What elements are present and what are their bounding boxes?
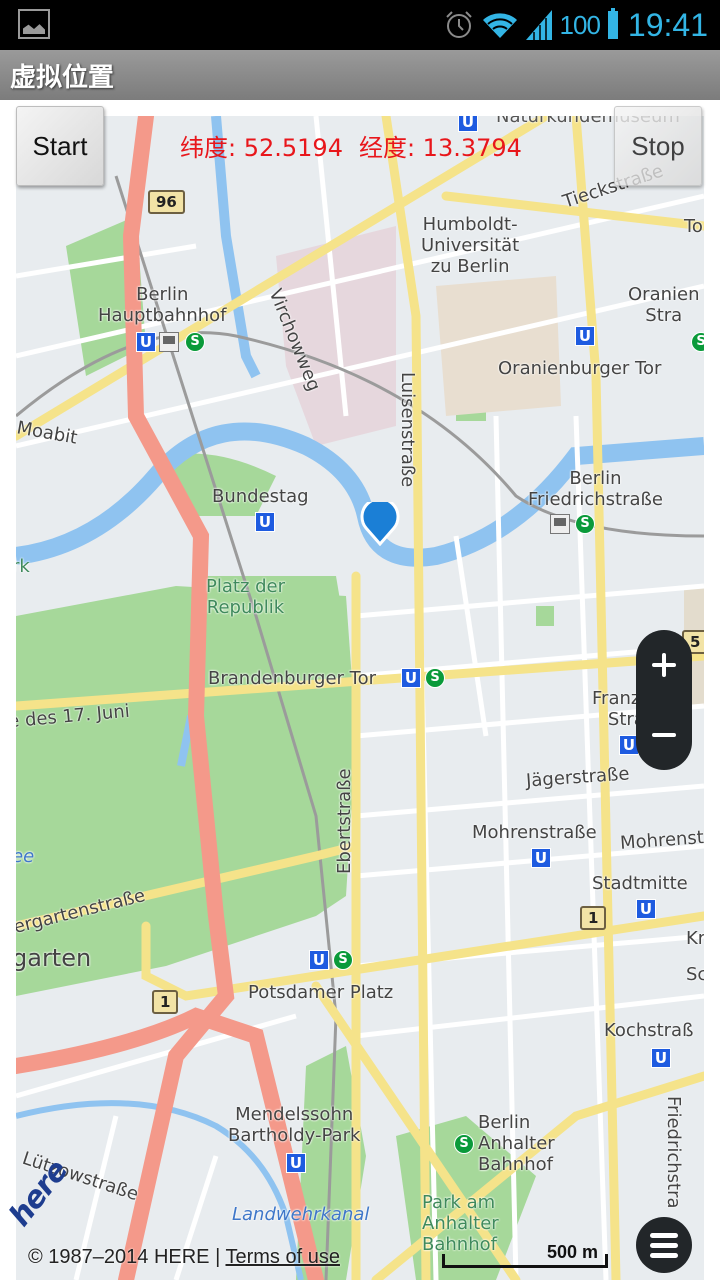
map-label: Luisenstraße <box>397 372 418 488</box>
map-label: Stadtmitte <box>592 873 688 894</box>
map-label: Bundestag <box>212 486 309 507</box>
road-shield: 96 <box>148 190 185 214</box>
u-bahn-icon: U <box>255 512 275 532</box>
map-label: Berlin Hauptbahnhof <box>98 284 227 326</box>
map-view[interactable]: Naturkundemuseum Tieckstraße To Humboldt… <box>16 116 704 1280</box>
u-bahn-icon: U <box>136 332 156 352</box>
map-label: Humboldt- Universität zu Berlin <box>421 214 520 277</box>
s-bahn-icon: S <box>691 332 704 352</box>
map-menu-button[interactable] <box>636 1217 692 1273</box>
map-label: Sc <box>686 964 704 985</box>
train-station-icon <box>550 514 570 534</box>
zoom-out-button[interactable] <box>636 700 692 770</box>
copyright-text: © 1987–2014 HERE | <box>28 1246 226 1268</box>
map-label: ee <box>16 846 35 867</box>
s-bahn-icon: S <box>333 950 353 970</box>
map-label: Kochstraß <box>604 1020 694 1041</box>
u-bahn-icon: U <box>401 668 421 688</box>
battery-level: 100 <box>559 9 601 40</box>
alarm-icon <box>445 11 472 38</box>
status-bar: 100 19:41 <box>0 0 720 50</box>
status-icons: 100 19:41 <box>444 0 708 50</box>
map-label: Brandenburger Tor <box>208 668 376 689</box>
terms-of-use-link[interactable]: Terms of use <box>225 1246 339 1268</box>
map-label: Oranienburger Tor <box>498 358 662 379</box>
map-label: Ebertstraße <box>334 768 355 874</box>
map-label: rk <box>16 556 30 577</box>
u-bahn-icon: U <box>286 1153 306 1173</box>
zoom-in-button[interactable] <box>636 630 692 700</box>
signal-icon <box>525 10 552 40</box>
map-label: Berlin Anhalter Bahnhof <box>478 1112 555 1175</box>
minus-icon <box>652 733 676 737</box>
clock: 19:41 <box>627 6 708 43</box>
menu-icon <box>650 1243 678 1248</box>
road-shield: 1 <box>580 906 607 930</box>
map-label: Kr <box>686 928 704 949</box>
zoom-controls <box>636 630 692 770</box>
map-label: Mendelssohn Bartholdy-Park <box>228 1104 361 1146</box>
map-label: To <box>684 216 703 237</box>
s-bahn-icon: S <box>185 332 205 352</box>
map-label: Berlin Friedrichstraße <box>528 468 663 510</box>
map-label: Mohrenstraße <box>472 822 597 843</box>
location-pin-icon[interactable] <box>358 502 402 546</box>
app-title: 虚拟位置 <box>10 63 115 93</box>
map-label: Oranien Stra <box>628 284 700 326</box>
stop-button[interactable]: Stop <box>614 106 702 186</box>
u-bahn-icon: U <box>636 899 656 919</box>
map-label: Platz der Republik <box>206 576 286 618</box>
start-button[interactable]: Start <box>16 106 104 186</box>
s-bahn-icon: S <box>454 1134 474 1154</box>
map-label: Friedrichstra <box>663 1096 684 1209</box>
u-bahn-icon: U <box>651 1048 671 1068</box>
scale-line <box>442 1254 608 1268</box>
picture-icon <box>18 9 50 39</box>
plus-icon <box>652 653 676 677</box>
menu-icon <box>650 1253 678 1258</box>
s-bahn-icon: S <box>575 514 595 534</box>
map-scale-bar: 500 m <box>442 1242 608 1268</box>
app-title-bar: 虚拟位置 <box>0 50 720 100</box>
battery-icon <box>607 8 618 39</box>
u-bahn-icon: U <box>309 950 329 970</box>
map-attribution: © 1987–2014 HERE | Terms of use <box>28 1246 340 1269</box>
latitude-text: 纬度: 52.5194 <box>180 134 343 162</box>
menu-icon <box>650 1233 678 1238</box>
longitude-text: 经度: 13.3794 <box>358 134 522 162</box>
wifi-icon <box>482 13 517 38</box>
park-area <box>536 606 554 626</box>
map-label: Potsdamer Platz <box>248 982 394 1003</box>
map-label: garten <box>16 944 92 972</box>
map-label: Landwehrkanal <box>232 1204 370 1225</box>
u-bahn-icon: U <box>575 326 595 346</box>
train-station-icon <box>159 332 179 352</box>
tiergarten-park <box>16 586 356 996</box>
s-bahn-icon: S <box>425 668 445 688</box>
u-bahn-icon: U <box>531 848 551 868</box>
coordinates-display: 纬度: 52.5194 经度: 13.3794 <box>180 128 538 163</box>
road-shield: 1 <box>152 990 179 1014</box>
